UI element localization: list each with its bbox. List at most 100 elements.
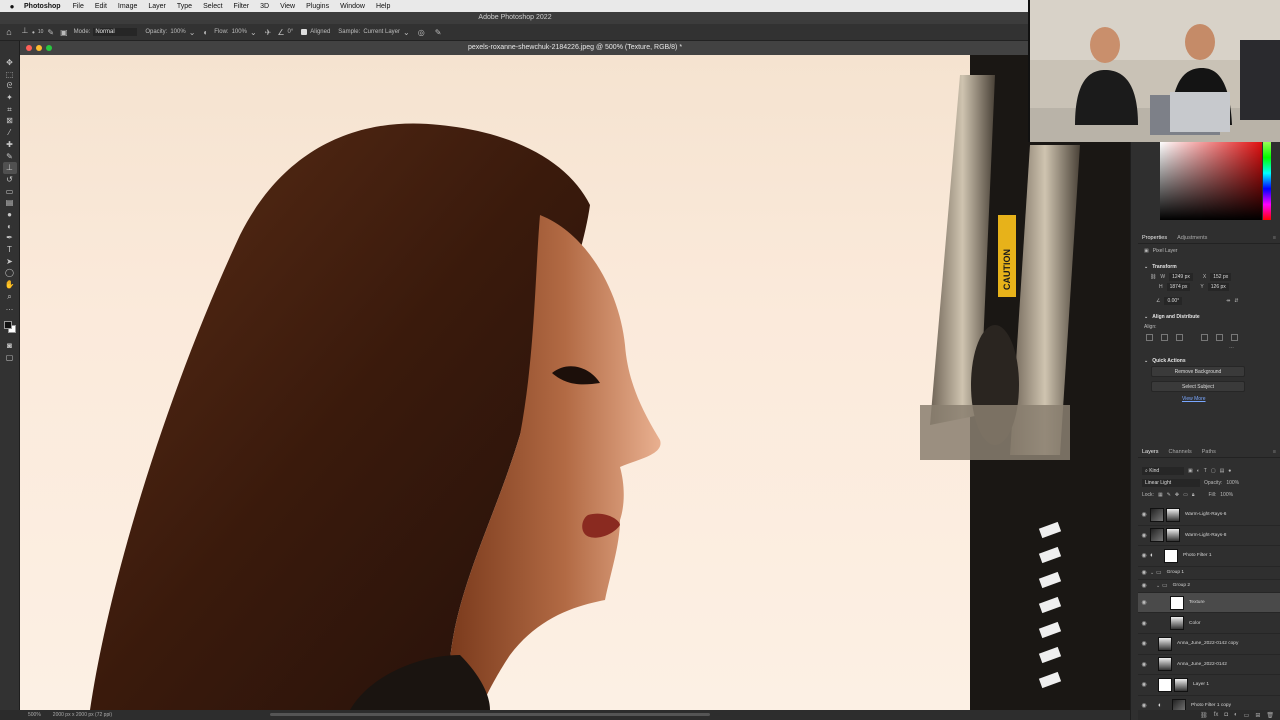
layer-row[interactable]: ◉ Layer 1 [1138, 675, 1280, 696]
pressure-size-icon[interactable]: ✎ [435, 28, 442, 37]
eye-icon[interactable]: ◉ [1138, 569, 1150, 576]
flip-vertical-icon[interactable]: ⇵ [1234, 298, 1238, 304]
align-left-icon[interactable] [1146, 333, 1153, 341]
transform-section[interactable]: ⌄ Transform [1138, 262, 1280, 272]
zoom-tool-icon[interactable]: ⌕ [3, 291, 17, 303]
align-center-icon[interactable] [1161, 333, 1168, 341]
lock-transparent-icon[interactable]: ▦ [1158, 492, 1163, 498]
gradient-tool-icon[interactable]: ▤ [3, 197, 17, 209]
close-window-icon[interactable] [26, 45, 32, 51]
layer-group-row[interactable]: ◉ ⌄ ▭ Group 2 [1138, 580, 1280, 593]
angle-field[interactable]: ∠ 0° [277, 28, 293, 37]
eye-icon[interactable]: ◉ [1138, 532, 1150, 539]
layer-opacity-value[interactable]: 100% [1226, 480, 1239, 486]
view-more-link[interactable]: View More [1138, 396, 1280, 402]
flow-field[interactable]: Flow: 100% ⌄ [214, 28, 256, 37]
tab-layers[interactable]: Layers [1142, 449, 1159, 455]
path-selection-tool-icon[interactable]: ➤ [3, 256, 17, 268]
layer-row[interactable]: ◉ Texture [1138, 592, 1280, 614]
lock-position-icon[interactable]: ✥ [1175, 492, 1179, 498]
angle-field[interactable]: 0.00° [1164, 297, 1183, 305]
menu-filter[interactable]: Filter [234, 3, 250, 10]
menu-file[interactable]: File [73, 3, 84, 10]
lock-all-icon[interactable]: 🔒︎ [1192, 492, 1195, 498]
align-bottom-icon[interactable] [1231, 333, 1238, 341]
x-field[interactable]: 152 px [1210, 273, 1232, 281]
marquee-tool-icon[interactable]: ⬚ [3, 69, 17, 81]
clone-stamp-tool-icon[interactable]: ⊥ [2, 162, 17, 174]
crop-tool-icon[interactable]: ⌗ [3, 104, 17, 116]
tab-paths[interactable]: Paths [1202, 449, 1216, 455]
height-field[interactable]: 1874 px [1166, 283, 1191, 291]
remove-background-button[interactable]: Remove Background [1151, 366, 1245, 377]
tab-adjustments[interactable]: Adjustments [1177, 235, 1207, 241]
width-field[interactable]: 1249 px [1169, 273, 1193, 281]
tab-channels[interactable]: Channels [1169, 449, 1192, 455]
history-brush-tool-icon[interactable]: ↺ [3, 174, 17, 186]
hand-tool-icon[interactable]: ✋ [3, 279, 17, 291]
blur-tool-icon[interactable]: ● [3, 209, 17, 221]
eye-icon[interactable]: ◉ [1138, 681, 1150, 688]
eye-icon[interactable]: ◉ [1138, 552, 1150, 559]
screen-mode-icon[interactable]: ▢ [3, 352, 17, 364]
eye-icon[interactable]: ◉ [1138, 620, 1150, 627]
menu-help[interactable]: Help [376, 3, 390, 10]
link-layers-icon[interactable]: ⛓ [1200, 712, 1208, 719]
foreground-color-swatch[interactable] [3, 321, 12, 330]
trash-icon[interactable]: 🗑︎ [1266, 712, 1274, 719]
more-options-icon[interactable]: … [1229, 344, 1234, 350]
menu-image[interactable]: Image [118, 3, 137, 10]
y-field[interactable]: 126 px [1207, 283, 1229, 291]
lock-image-icon[interactable]: ✎ [1167, 492, 1171, 498]
menu-window[interactable]: Window [340, 3, 365, 10]
mode-select[interactable]: Mode: Normal [74, 28, 138, 36]
move-tool-icon[interactable]: ✥ [3, 57, 17, 69]
opacity-field[interactable]: Opacity: 100% ⌄ [145, 28, 195, 37]
menu-view[interactable]: View [280, 3, 295, 10]
panel-menu-icon[interactable]: ≡ [1273, 449, 1276, 455]
layer-row[interactable]: ◉ Warm-Light-Rays-6 [1138, 505, 1280, 526]
quick-actions-section[interactable]: ⌄ Quick Actions [1138, 356, 1280, 366]
more-tools-icon[interactable]: … [3, 302, 17, 314]
panel-menu-icon[interactable]: ≡ [1273, 235, 1276, 241]
sample-select[interactable]: Sample: Current Layer ⌄ [338, 28, 409, 37]
airbrush-icon[interactable]: ✈ [265, 28, 272, 37]
layer-group-row[interactable]: ◉ ⌄ ▭ Group 1 [1138, 567, 1280, 580]
eyedropper-tool-icon[interactable]: ⁄ [3, 127, 17, 139]
minimize-window-icon[interactable] [36, 45, 42, 51]
menu-plugins[interactable]: Plugins [306, 3, 329, 10]
eraser-tool-icon[interactable]: ▭ [3, 186, 17, 198]
dodge-tool-icon[interactable]: ◐ [3, 221, 17, 233]
image-canvas[interactable]: CAUTION [20, 55, 1130, 710]
apple-logo-icon[interactable]: ● [0, 2, 24, 11]
brush-tool-icon[interactable]: ✎ [3, 151, 17, 163]
zoom-window-icon[interactable] [46, 45, 52, 51]
layer-row[interactable]: ◉ Anna_June_2022-0142 [1138, 655, 1280, 676]
hue-slider[interactable] [1263, 142, 1271, 220]
doc-size[interactable]: 2000 px x 2000 px (72 ppi) [53, 712, 112, 718]
align-section[interactable]: ⌄ Align and Distribute [1138, 312, 1280, 322]
filter-shape-icon[interactable]: ▢ [1211, 468, 1216, 474]
link-icon[interactable]: ⛓ [1150, 274, 1156, 280]
tab-properties[interactable]: Properties [1142, 235, 1167, 241]
clone-stamp-tool-icon[interactable]: ⊥ [18, 26, 32, 38]
filter-kind-select[interactable]: ⌕ Kind [1142, 467, 1184, 475]
select-subject-button[interactable]: Select Subject [1151, 381, 1245, 392]
fill-value[interactable]: 100% [1220, 492, 1233, 498]
ignore-adjustment-layers-icon[interactable]: ◎ [418, 28, 425, 37]
pen-tool-icon[interactable]: ✒ [3, 232, 17, 244]
lock-artboard-icon[interactable]: ▭ [1183, 492, 1188, 498]
layer-row[interactable]: ◉ Anna_June_2022-0142 copy [1138, 634, 1280, 655]
document-tab[interactable]: pexels-roxanne-shewchuk-2184226.jpeg @ 5… [20, 41, 1130, 55]
new-adjustment-icon[interactable]: ◐ [1234, 712, 1238, 718]
eye-icon[interactable]: ◉ [1138, 661, 1150, 668]
menu-edit[interactable]: Edit [95, 3, 107, 10]
healing-brush-tool-icon[interactable]: ✚ [3, 139, 17, 151]
pressure-opacity-icon[interactable]: ◐ [203, 28, 208, 37]
layer-row[interactable]: ◉ ◐ Photo Filter 1 [1138, 546, 1280, 567]
brush-settings-icon[interactable]: ✎ [47, 28, 54, 37]
menu-select[interactable]: Select [203, 3, 222, 10]
brush-preset-picker[interactable]: • 10 [32, 28, 43, 37]
magic-wand-tool-icon[interactable]: ✦ [3, 92, 17, 104]
flip-horizontal-icon[interactable]: ⇹ [1226, 298, 1230, 304]
